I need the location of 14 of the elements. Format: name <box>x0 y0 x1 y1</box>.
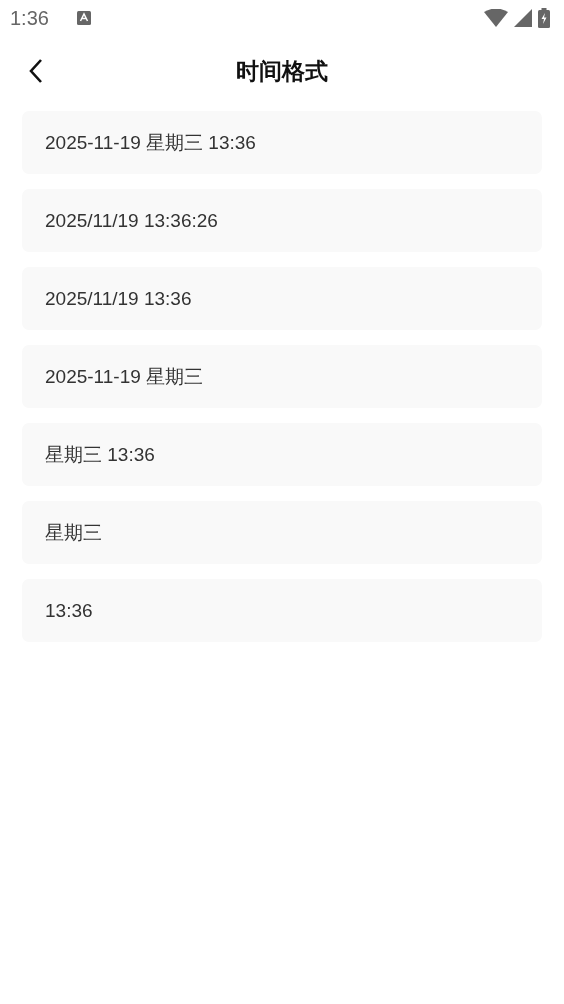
battery-icon <box>538 8 550 28</box>
format-option[interactable]: 2025/11/19 13:36 <box>22 267 542 330</box>
format-option[interactable]: 星期三 <box>22 501 542 564</box>
wifi-icon <box>484 9 508 27</box>
format-option[interactable]: 星期三 13:36 <box>22 423 542 486</box>
page-title: 时间格式 <box>236 56 328 86</box>
format-option[interactable]: 13:36 <box>22 579 542 642</box>
format-option[interactable]: 2025-11-19 星期三 13:36 <box>22 111 542 174</box>
signal-icon <box>514 9 532 27</box>
status-time: 1:36 <box>10 6 49 30</box>
back-icon[interactable] <box>28 58 44 84</box>
keyboard-notification-icon <box>76 11 91 25</box>
format-option[interactable]: 2025-11-19 星期三 <box>22 345 542 408</box>
format-option[interactable]: 2025/11/19 13:36:26 <box>22 189 542 252</box>
